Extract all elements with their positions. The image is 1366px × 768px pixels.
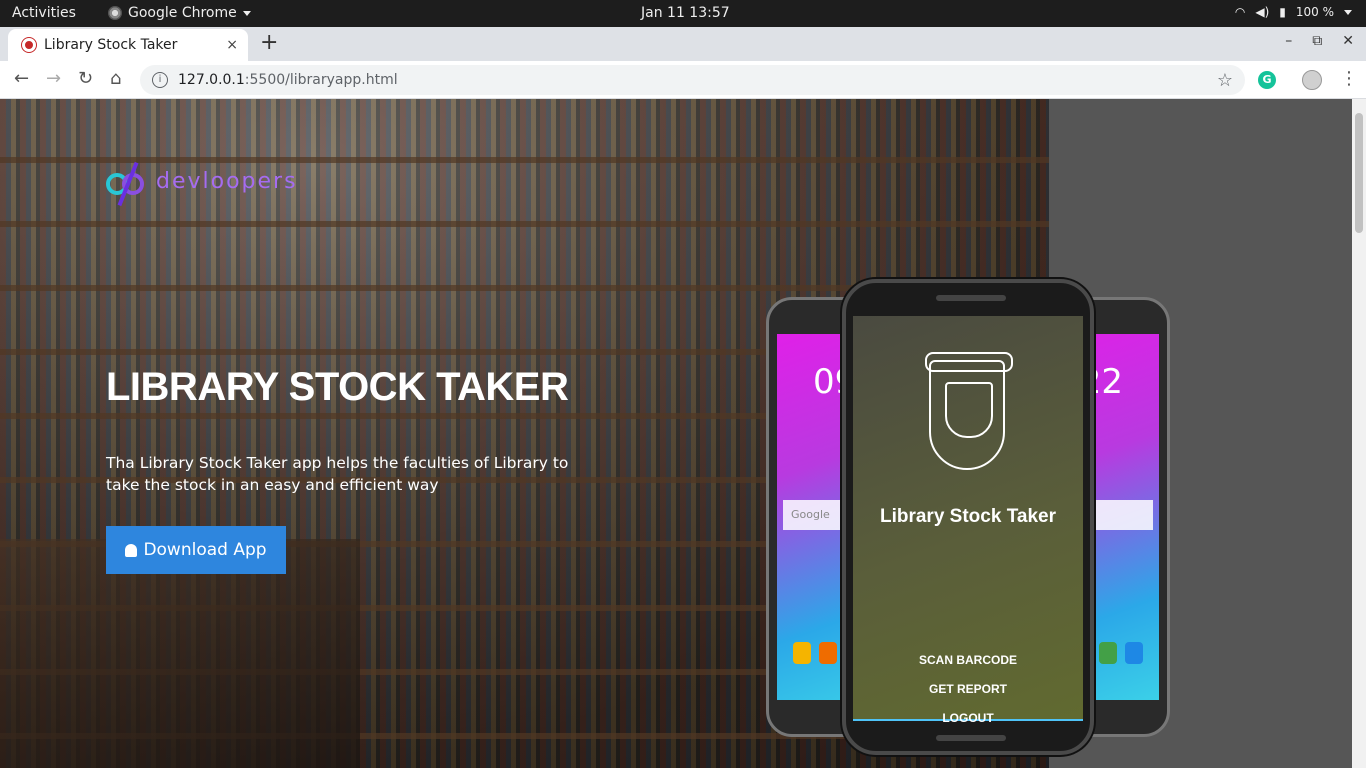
clock[interactable]: Jan 11 13:57: [641, 5, 730, 21]
forward-button[interactable]: →: [46, 68, 61, 89]
close-window-button[interactable]: ✕: [1342, 33, 1354, 49]
logo-text: devloopers: [156, 168, 298, 194]
profile-avatar[interactable]: [1302, 70, 1322, 90]
phone-mockup-main: Library Stock Taker SCAN BARCODE GET REP…: [842, 279, 1094, 755]
volume-icon: ◀): [1255, 5, 1270, 19]
reload-button[interactable]: ↻: [78, 68, 93, 89]
chevron-down-icon: [1344, 9, 1352, 15]
tab-strip: Library Stock Taker × + – ⧉ ✕: [0, 27, 1366, 61]
phone-menu-scan-barcode: SCAN BARCODE: [918, 653, 1017, 667]
download-app-label: Download App: [143, 540, 267, 560]
back-button[interactable]: ←: [14, 68, 29, 89]
phone-speaker: [936, 295, 1006, 301]
battery-icon: ▮: [1279, 5, 1286, 19]
college-crest-icon: [925, 352, 1013, 470]
phone-app-menu: SCAN BARCODE GET REPORT LOGOUT: [853, 646, 1083, 733]
chrome-menu-icon[interactable]: ⋮: [1340, 68, 1358, 89]
hero-title: LIBRARY STOCK TAKER: [106, 365, 569, 409]
wifi-icon: ◠: [1234, 5, 1246, 19]
activities-button[interactable]: Activities: [12, 5, 76, 21]
scrollbar-thumb[interactable]: [1355, 113, 1363, 233]
minimize-button[interactable]: –: [1285, 33, 1292, 49]
bookmark-star-icon[interactable]: ☆: [1217, 70, 1233, 91]
page-viewport: devloopers LIBRARY STOCK TAKER Tha Libra…: [0, 99, 1352, 768]
home-button[interactable]: ⌂: [110, 68, 121, 89]
phone-main-screen: Library Stock Taker SCAN BARCODE GET REP…: [853, 316, 1083, 725]
page-scrollbar[interactable]: [1352, 99, 1366, 768]
status-area[interactable]: ◠ ◀) ▮ 100 %: [1235, 5, 1352, 19]
app-menu-label: Google Chrome: [128, 5, 237, 21]
phone-speaker-bottom: [936, 735, 1006, 741]
site-info-icon[interactable]: i: [152, 72, 168, 88]
tab-library-stock-taker[interactable]: Library Stock Taker ×: [8, 29, 248, 61]
address-bar[interactable]: i 127.0.0.1:5500/libraryapp.html ☆: [140, 65, 1245, 95]
url-path: :5500/libraryapp.html: [244, 72, 398, 88]
battery-level: 100 %: [1295, 5, 1334, 19]
tab-close-icon[interactable]: ×: [226, 37, 238, 53]
logo-mark-icon: [106, 161, 152, 207]
tab-title: Library Stock Taker: [44, 37, 178, 53]
system-top-bar: Activities Google Chrome Jan 11 13:57 ◠ …: [0, 0, 1366, 27]
chevron-down-icon: [242, 10, 251, 16]
app-menu[interactable]: Google Chrome: [108, 5, 251, 21]
phone-app-title: Library Stock Taker: [879, 506, 1056, 527]
hero-description: Tha Library Stock Taker app helps the fa…: [106, 454, 569, 494]
window-controls: – ⧉ ✕: [1285, 33, 1354, 49]
devloopers-logo[interactable]: devloopers: [106, 161, 298, 207]
browser-toolbar: ← → ↻ ⌂ i 127.0.0.1:5500/libraryapp.html…: [0, 61, 1366, 99]
restore-button[interactable]: ⧉: [1312, 33, 1322, 49]
phone-menu-logout: LOGOUT: [942, 711, 994, 725]
chrome-icon: [108, 6, 122, 20]
favicon-icon: [22, 38, 36, 52]
android-icon: [125, 543, 138, 557]
grammarly-extension-icon[interactable]: G: [1258, 71, 1276, 89]
phone-menu-get-report: GET REPORT: [928, 682, 1007, 696]
download-app-button[interactable]: Download App: [106, 526, 286, 574]
url-host: 127.0.0.1: [178, 72, 245, 88]
new-tab-button[interactable]: +: [260, 30, 278, 55]
